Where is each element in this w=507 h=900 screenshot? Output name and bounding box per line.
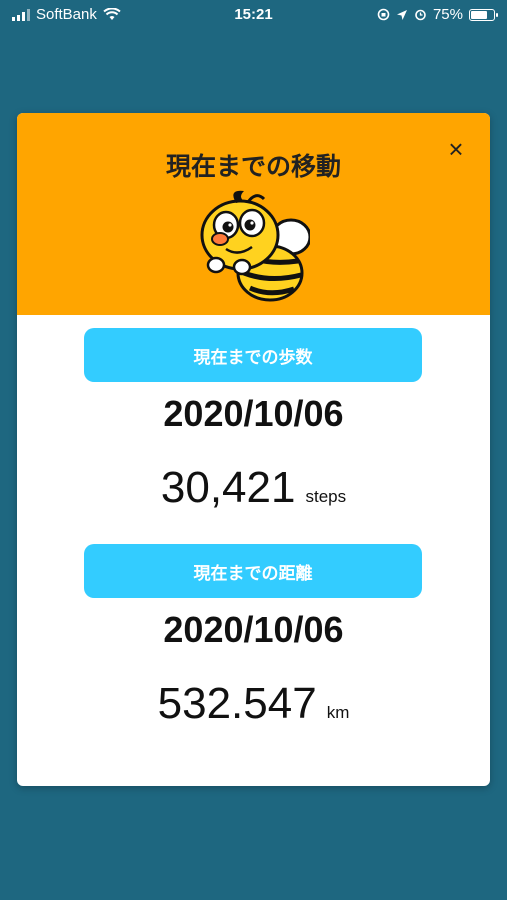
battery-icon (469, 8, 498, 21)
distance-unit: km (326, 703, 350, 722)
battery-percent: 75% (432, 6, 463, 23)
steps-section-button[interactable]: 現在までの歩数 (84, 328, 422, 382)
modal-header: 現在までの移動 × (17, 113, 490, 315)
bee-mascot-icon (200, 190, 310, 302)
alarm-icon (415, 9, 426, 21)
battery-fill (471, 10, 487, 19)
rotation-lock-icon (377, 8, 390, 21)
distance-section-button[interactable]: 現在までの距離 (84, 544, 422, 598)
location-icon (396, 9, 407, 20)
steps-date: 2020/10/06 (163, 393, 344, 434)
distance-value-row: 532.547 km (17, 679, 490, 729)
steps-value: 30,421 (160, 463, 296, 512)
close-button[interactable]: × (440, 133, 472, 165)
modal-title: 現在までの移動 (165, 153, 341, 181)
steps-value-row: 30,421 steps (17, 463, 490, 513)
status-right: 75% (377, 6, 498, 23)
distance-value: 532.547 (157, 679, 317, 728)
movement-modal: 現在までの移動 × 現在までの歩数 2020/10/06 30,421 step… (17, 113, 490, 786)
status-bar: SoftBank 15:21 75% (0, 0, 507, 30)
steps-unit: steps (305, 487, 347, 506)
distance-date: 2020/10/06 (163, 609, 344, 650)
